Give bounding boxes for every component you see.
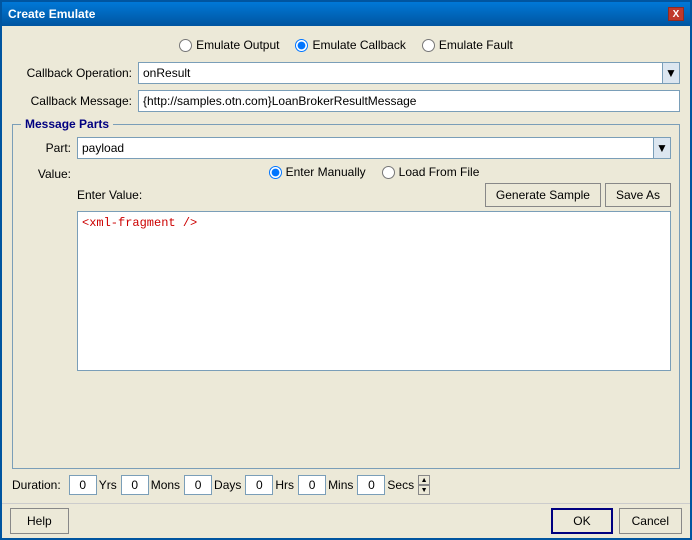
duration-mins-unit: Mins bbox=[328, 478, 353, 492]
emulate-type-row: Emulate Output Emulate Callback Emulate … bbox=[12, 34, 680, 56]
bottom-buttons-row: Help OK Cancel bbox=[2, 503, 690, 538]
duration-mons-input[interactable] bbox=[121, 475, 149, 495]
enter-value-label: Enter Value: bbox=[77, 188, 142, 202]
duration-mons-unit: Mons bbox=[151, 478, 180, 492]
emulate-fault-radio[interactable] bbox=[422, 39, 435, 52]
emulate-callback-radio[interactable] bbox=[295, 39, 308, 52]
callback-message-input[interactable] bbox=[138, 90, 680, 112]
duration-hrs-unit: Hrs bbox=[275, 478, 294, 492]
duration-hrs-field: Hrs bbox=[245, 475, 294, 495]
callback-operation-dropdown-wrapper: ▼ bbox=[138, 62, 680, 84]
duration-secs-field: Secs bbox=[357, 475, 414, 495]
bottom-right-buttons: OK Cancel bbox=[551, 508, 682, 534]
message-parts-title: Message Parts bbox=[21, 117, 113, 131]
emulate-fault-label: Emulate Fault bbox=[439, 38, 513, 52]
duration-spinner[interactable]: ▲ ▼ bbox=[418, 475, 430, 495]
message-parts-group: Message Parts Part: ▼ Value: Enter bbox=[12, 124, 680, 469]
duration-increment[interactable]: ▲ bbox=[418, 475, 430, 485]
emulate-output-label: Emulate Output bbox=[196, 38, 279, 52]
callback-message-label: Callback Message: bbox=[12, 94, 132, 108]
enter-manually-radio[interactable] bbox=[269, 166, 282, 179]
load-from-file-radio[interactable] bbox=[382, 166, 395, 179]
emulate-output-option[interactable]: Emulate Output bbox=[179, 38, 279, 52]
duration-hrs-input[interactable] bbox=[245, 475, 273, 495]
emulate-output-radio[interactable] bbox=[179, 39, 192, 52]
part-dropdown-arrow[interactable]: ▼ bbox=[653, 137, 671, 159]
enter-manually-option[interactable]: Enter Manually bbox=[269, 165, 366, 179]
create-emulate-dialog: Create Emulate X Emulate Output Emulate … bbox=[0, 0, 692, 540]
cancel-button[interactable]: Cancel bbox=[619, 508, 682, 534]
xml-editor[interactable] bbox=[77, 211, 671, 371]
help-button[interactable]: Help bbox=[10, 508, 69, 534]
load-from-file-label: Load From File bbox=[399, 165, 480, 179]
emulate-fault-option[interactable]: Emulate Fault bbox=[422, 38, 513, 52]
ok-button[interactable]: OK bbox=[551, 508, 612, 534]
duration-days-unit: Days bbox=[214, 478, 241, 492]
dialog-title: Create Emulate bbox=[8, 7, 95, 21]
close-button[interactable]: X bbox=[668, 7, 684, 21]
load-from-file-option[interactable]: Load From File bbox=[382, 165, 480, 179]
duration-row: Duration: Yrs Mons Days Hrs Mins bbox=[12, 475, 680, 495]
action-buttons: Generate Sample Save As bbox=[485, 183, 671, 207]
value-section: Value: Enter Manually Load From File bbox=[21, 165, 671, 371]
emulate-callback-option[interactable]: Emulate Callback bbox=[295, 38, 405, 52]
duration-mins-input[interactable] bbox=[298, 475, 326, 495]
callback-operation-row: Callback Operation: ▼ bbox=[12, 62, 680, 84]
callback-operation-label: Callback Operation: bbox=[12, 66, 132, 80]
dialog-content: Emulate Output Emulate Callback Emulate … bbox=[2, 26, 690, 503]
callback-message-row: Callback Message: bbox=[12, 90, 680, 112]
part-dropdown-wrapper: ▼ bbox=[77, 137, 671, 159]
callback-operation-input[interactable] bbox=[138, 62, 680, 84]
duration-days-input[interactable] bbox=[184, 475, 212, 495]
enter-manually-label: Enter Manually bbox=[286, 165, 366, 179]
generate-sample-button[interactable]: Generate Sample bbox=[485, 183, 601, 207]
save-as-button[interactable]: Save As bbox=[605, 183, 671, 207]
duration-yrs-unit: Yrs bbox=[99, 478, 117, 492]
duration-mons-field: Mons bbox=[121, 475, 180, 495]
enter-value-row: Enter Value: Generate Sample Save As bbox=[77, 183, 671, 207]
duration-mins-field: Mins bbox=[298, 475, 353, 495]
duration-label: Duration: bbox=[12, 478, 61, 492]
duration-yrs-field: Yrs bbox=[69, 475, 117, 495]
duration-days-field: Days bbox=[184, 475, 241, 495]
value-label: Value: bbox=[21, 165, 71, 181]
part-label: Part: bbox=[21, 141, 71, 155]
duration-decrement[interactable]: ▼ bbox=[418, 485, 430, 495]
duration-yrs-input[interactable] bbox=[69, 475, 97, 495]
part-input[interactable] bbox=[77, 137, 671, 159]
emulate-callback-label: Emulate Callback bbox=[312, 38, 405, 52]
duration-secs-input[interactable] bbox=[357, 475, 385, 495]
value-inner: Enter Manually Load From File Enter Valu… bbox=[77, 165, 671, 371]
value-mode-row: Enter Manually Load From File bbox=[77, 165, 671, 179]
duration-secs-unit: Secs bbox=[387, 478, 414, 492]
title-bar: Create Emulate X bbox=[2, 2, 690, 26]
callback-operation-dropdown-arrow[interactable]: ▼ bbox=[662, 62, 680, 84]
part-row: Part: ▼ bbox=[21, 137, 671, 159]
